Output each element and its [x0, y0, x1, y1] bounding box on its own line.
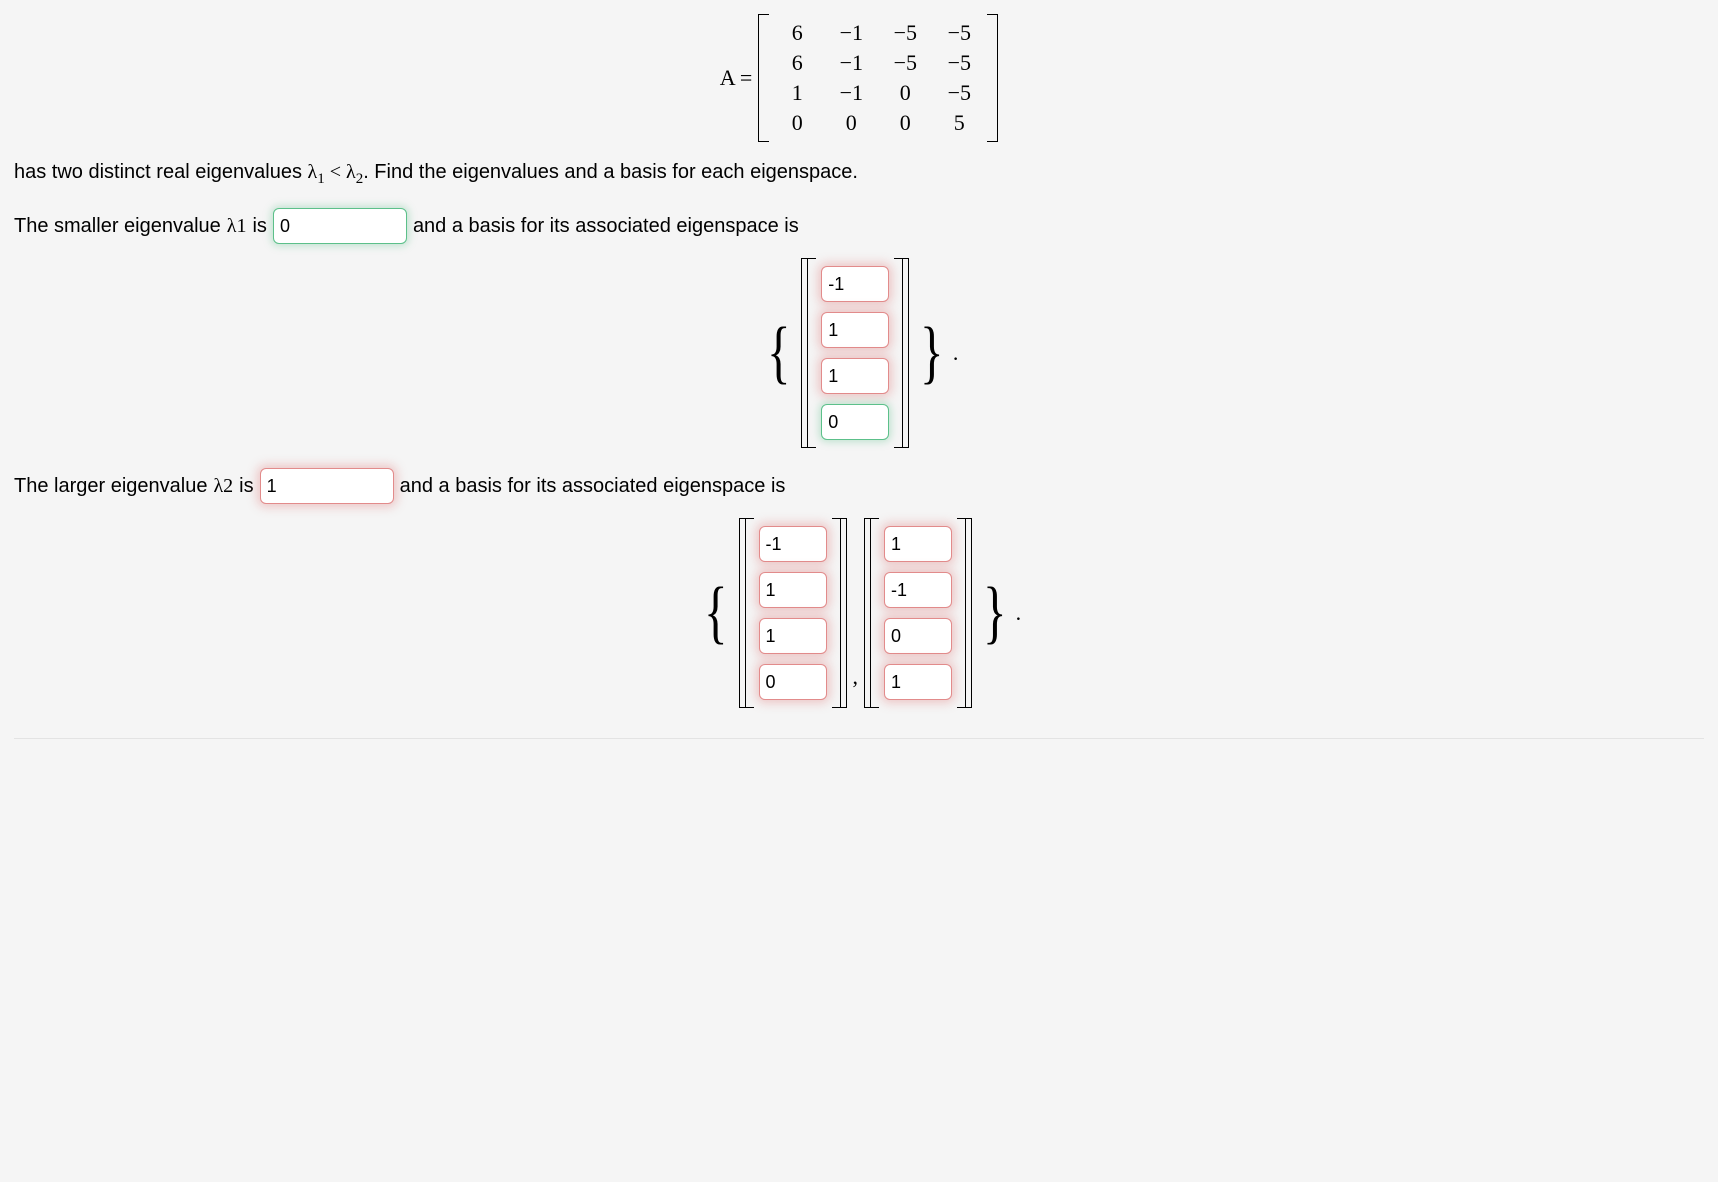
matrix-table: 6−1−5−5 6−1−5−5 1−10−5 0005 [770, 18, 986, 138]
basis2-v1-e4-input[interactable] [759, 664, 827, 700]
text: and a basis for its associated eigenspac… [400, 475, 786, 498]
matrix-cell: −1 [824, 18, 878, 48]
matrix-cell: −1 [824, 78, 878, 108]
basis1-v1-e3-input[interactable] [821, 358, 889, 394]
matrix-cell: −1 [824, 48, 878, 78]
left-brace-icon: { [765, 318, 791, 388]
basis-1: { } . [14, 258, 1704, 448]
text: . Find the eigenvalues and a basis for e… [363, 161, 858, 183]
matrix-cell: −5 [932, 48, 986, 78]
matrix-cell: −5 [932, 78, 986, 108]
comma-separator: , [851, 664, 861, 708]
left-brace-icon: { [703, 578, 729, 648]
right-brace-icon: } [919, 318, 945, 388]
problem-statement: has two distinct real eigenvalues λ1 < λ… [14, 158, 1704, 190]
divider [14, 738, 1704, 739]
subscript: 1 [317, 171, 325, 187]
matrix-cell: 0 [824, 108, 878, 138]
basis2-v2-e2-input[interactable] [884, 572, 952, 608]
question-2-row: The larger eigenvalue λ2 is and a basis … [14, 468, 1704, 504]
subscript: 1 [236, 215, 246, 237]
period: . [1016, 600, 1022, 626]
period: . [953, 340, 959, 366]
text: has two distinct real eigenvalues [14, 161, 308, 183]
text: The smaller eigenvalue [14, 215, 221, 238]
right-brace-icon: } [982, 578, 1008, 648]
basis1-v1-e4-input[interactable] [821, 404, 889, 440]
lambda-symbol: λ [346, 161, 356, 183]
less-than: < [325, 161, 346, 183]
text: and a basis for its associated eigenspac… [413, 215, 799, 238]
matrix-cell: 0 [878, 78, 932, 108]
basis2-v1-e3-input[interactable] [759, 618, 827, 654]
matrix-cell: −5 [878, 18, 932, 48]
basis-1-vector-1 [801, 258, 909, 448]
matrix-cell: 5 [932, 108, 986, 138]
basis2-v2-e1-input[interactable] [884, 526, 952, 562]
subscript: 2 [223, 475, 233, 497]
text: is [252, 215, 266, 238]
basis-2: { , } . [14, 518, 1704, 708]
basis1-v1-e2-input[interactable] [821, 312, 889, 348]
lambda-symbol: λ [308, 161, 318, 183]
question-1-row: The smaller eigenvalue λ1 is and a basis… [14, 208, 1704, 244]
lambda-symbol: λ [213, 475, 223, 497]
basis-2-vector-2 [864, 518, 972, 708]
basis2-v1-e1-input[interactable] [759, 526, 827, 562]
matrix-cell: 6 [770, 48, 824, 78]
matrix-cell: 0 [878, 108, 932, 138]
basis-2-vector-1 [739, 518, 847, 708]
matrix-cell: 6 [770, 18, 824, 48]
basis2-v2-e3-input[interactable] [884, 618, 952, 654]
text: The larger eigenvalue [14, 475, 207, 498]
problem-page: A = 6−1−5−5 6−1−5−5 1−10−5 0005 has two … [0, 0, 1718, 769]
matrix-A: 6−1−5−5 6−1−5−5 1−10−5 0005 [758, 14, 998, 142]
matrix-cell: 0 [770, 108, 824, 138]
matrix-equation: A = 6−1−5−5 6−1−5−5 1−10−5 0005 [14, 14, 1704, 142]
matrix-cell: −5 [878, 48, 932, 78]
basis1-v1-e1-input[interactable] [821, 266, 889, 302]
text: is [239, 475, 253, 498]
matrix-cell: −5 [932, 18, 986, 48]
basis2-v1-e2-input[interactable] [759, 572, 827, 608]
eigenvalue-2-input[interactable] [260, 468, 394, 504]
basis2-v2-e4-input[interactable] [884, 664, 952, 700]
eigenvalue-1-input[interactable] [273, 208, 407, 244]
matrix-lhs: A = [720, 65, 753, 91]
matrix-cell: 1 [770, 78, 824, 108]
